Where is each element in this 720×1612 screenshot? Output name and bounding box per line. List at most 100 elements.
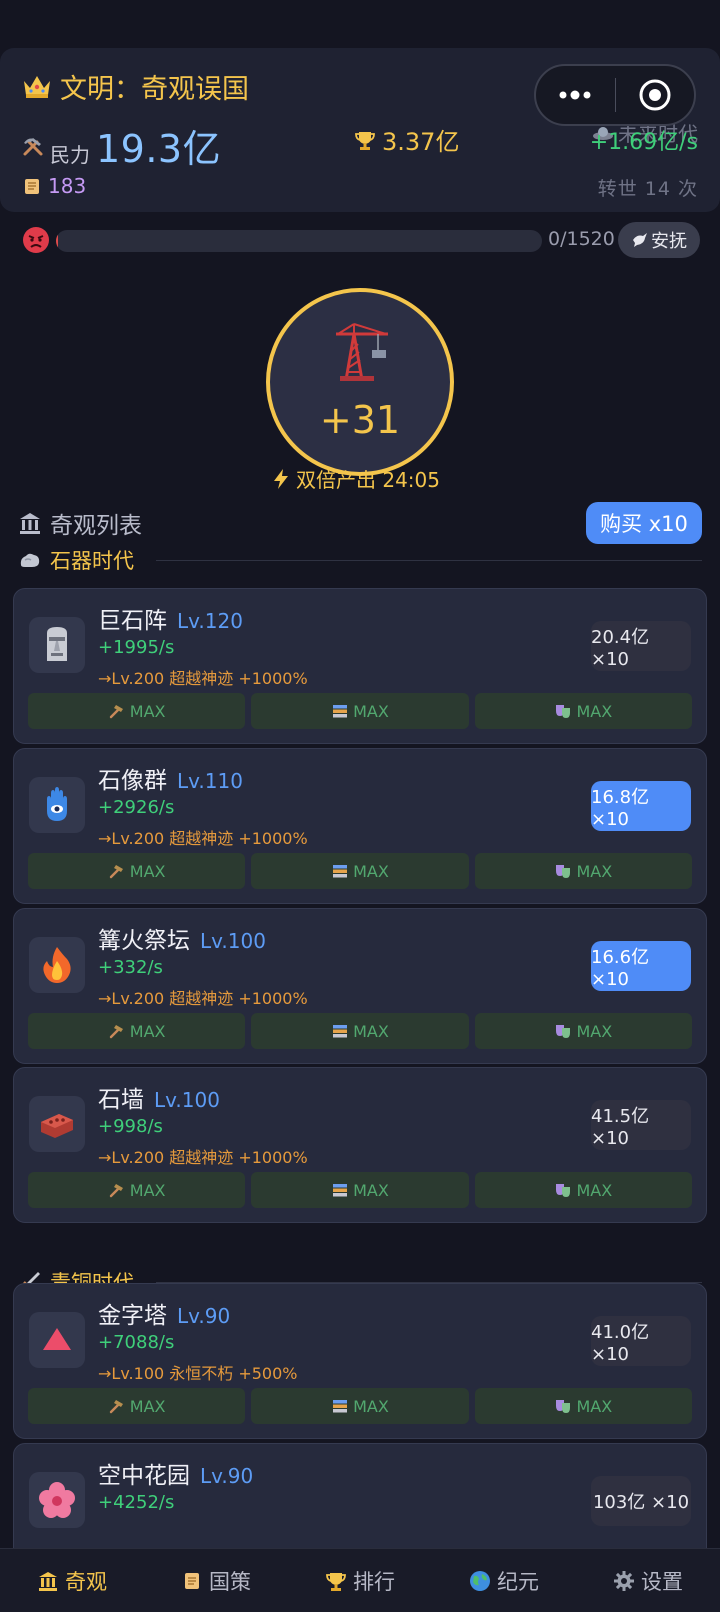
wonder-card-stone-wall: 石墙 Lv.100 +998/s →Lv.200 超越神迹 +1000% 41.… [13, 1067, 707, 1223]
hammer-icon [109, 1400, 123, 1414]
upgrade-tools-button[interactable]: MAX [28, 1172, 246, 1208]
wonder-title-row: 空中花园 Lv.90 [98, 1456, 253, 1490]
books-icon [333, 705, 348, 718]
wonder-buy-button[interactable]: 41.5亿 ×10 [591, 1100, 691, 1150]
wonder-card-stonehenge: 巨石阵 Lv.120 +1995/s →Lv.200 超越神迹 +1000% 2… [13, 588, 707, 744]
buy-multiplier-button[interactable]: 购买 x10 [586, 502, 702, 544]
target-close-icon [639, 79, 671, 111]
angry-face-icon [23, 227, 49, 253]
wonder-icon-box [29, 937, 85, 993]
tab-era-label: 纪元 [497, 1569, 539, 1594]
power-label: 民力 [50, 143, 90, 167]
hammer-icon [109, 1184, 123, 1198]
wonder-level: Lv.90 [177, 1304, 231, 1328]
upgrade-tools-button[interactable]: MAX [28, 693, 246, 729]
upgrade-culture-button[interactable]: MAX [474, 1013, 692, 1049]
wonder-upgrades: MAX MAX MAX [28, 1013, 692, 1049]
upgrade-books-button[interactable]: MAX [251, 1388, 469, 1424]
books-icon [333, 865, 348, 878]
scroll-count: 183 [48, 174, 87, 198]
bank-icon [20, 513, 40, 534]
wonder-icon-box [29, 777, 85, 833]
upgrade-books-button[interactable]: MAX [251, 693, 469, 729]
upgrade-books-label: MAX [353, 1396, 389, 1416]
hamsa-icon [47, 787, 67, 821]
upgrade-books-button[interactable]: MAX [251, 1013, 469, 1049]
upgrade-books-label: MAX [353, 1180, 389, 1200]
wonder-buy-button[interactable]: 41.0亿 ×10 [591, 1316, 691, 1366]
upgrade-books-label: MAX [353, 1021, 389, 1041]
tab-settings-label: 设置 [641, 1569, 683, 1594]
wonder-icon-box [29, 617, 85, 673]
upgrade-tools-label: MAX [129, 701, 166, 721]
scroll-icon [25, 179, 39, 194]
upgrade-culture-label: MAX [576, 1180, 613, 1200]
upgrade-tools-label: MAX [129, 1021, 166, 1041]
wonder-name: 石墙 [98, 1087, 144, 1113]
upgrade-books-label: MAX [353, 861, 389, 881]
wonder-level: Lv.100 [200, 929, 266, 953]
upgrade-tools-label: MAX [129, 1396, 166, 1416]
upgrade-tools-button[interactable]: MAX [28, 1388, 246, 1424]
upgrade-culture-button[interactable]: MAX [474, 1172, 692, 1208]
wonder-title-row: 石墙 Lv.100 [98, 1080, 220, 1114]
theater-masks-icon [556, 1184, 571, 1197]
close-miniprogram-button[interactable] [616, 66, 695, 124]
wonder-upgrades: MAX MAX MAX [28, 1388, 692, 1424]
upgrade-tools-button[interactable]: MAX [28, 1013, 246, 1049]
wonder-buy-button[interactable]: 16.6亿 ×10 [591, 941, 691, 991]
upgrade-books-button[interactable]: MAX [251, 853, 469, 889]
tab-ranking[interactable]: 排行 [288, 1549, 432, 1612]
tab-era[interactable]: 纪元 [432, 1549, 576, 1612]
crown-icon [24, 76, 50, 98]
scroll-icon [185, 1572, 199, 1589]
globe-icon [470, 1570, 490, 1591]
tab-policy[interactable]: 国策 [144, 1549, 288, 1612]
era-name-stone: 石器时代 [50, 549, 134, 573]
wonder-card-bonfire-altar: 篝火祭坛 Lv.100 +332/s →Lv.200 超越神迹 +1000% 1… [13, 908, 707, 1064]
upgrade-culture-button[interactable]: MAX [474, 853, 692, 889]
unrest-progress-fill [56, 230, 59, 252]
wonder-buy-button[interactable]: 20.4亿 ×10 [591, 621, 691, 671]
tab-settings[interactable]: 设置 [576, 1549, 720, 1612]
hammer-icon [109, 705, 123, 719]
wonder-buy-button[interactable]: 103亿 ×10 [591, 1476, 691, 1526]
wonder-list-label: 奇观列表 [50, 513, 142, 539]
upgrade-culture-button[interactable]: MAX [474, 693, 692, 729]
wonder-milestone: →Lv.200 超越神迹 +1000% [98, 1148, 308, 1167]
moai-icon [47, 627, 67, 661]
upgrade-tools-button[interactable]: MAX [28, 853, 246, 889]
wonder-buy-button[interactable]: 16.8亿 ×10 [591, 781, 691, 831]
wonder-name: 石像群 [98, 768, 167, 794]
wonder-production: +1995/s [98, 637, 175, 658]
lightning-icon [274, 468, 288, 489]
wonder-icon-box [29, 1312, 85, 1368]
build-tap-button[interactable]: +31 [266, 288, 454, 476]
wonder-icon-box [29, 1096, 85, 1152]
more-options-button[interactable] [536, 66, 615, 124]
more-dots-icon [559, 90, 591, 100]
upgrade-books-label: MAX [353, 701, 389, 721]
wonder-icon-box [29, 1472, 85, 1528]
trophy-icon [326, 1572, 346, 1591]
trophy-stat: 3.37亿 [354, 122, 459, 157]
tap-value: +31 [319, 398, 401, 442]
wonder-production: +4252/s [98, 1492, 175, 1513]
crane-icon [336, 323, 388, 381]
wonder-title-row: 篝火祭坛 Lv.100 [98, 921, 266, 955]
bottom-tab-bar: 奇观 国策 排行 纪元 设置 [0, 1548, 720, 1612]
tab-wonders-label: 奇观 [65, 1569, 107, 1594]
wonder-milestone: →Lv.100 永恒不朽 +500% [98, 1364, 298, 1383]
soothe-button[interactable]: 安抚 [618, 222, 700, 258]
wonder-milestone: →Lv.200 超越神迹 +1000% [98, 669, 308, 688]
scroll-stat: 183 [22, 174, 86, 198]
hammer-icon [109, 1025, 123, 1039]
tab-wonders[interactable]: 奇观 [0, 1549, 144, 1612]
upgrade-books-button[interactable]: MAX [251, 1172, 469, 1208]
wonder-upgrades: MAX MAX MAX [28, 693, 692, 729]
upgrade-culture-button[interactable]: MAX [474, 1388, 692, 1424]
hibiscus-icon [39, 1482, 75, 1518]
civilization-title: 文明：奇观误国 [22, 66, 249, 106]
wonder-title-row: 石像群 Lv.110 [98, 761, 243, 795]
hammer-pick-icon [23, 137, 43, 155]
